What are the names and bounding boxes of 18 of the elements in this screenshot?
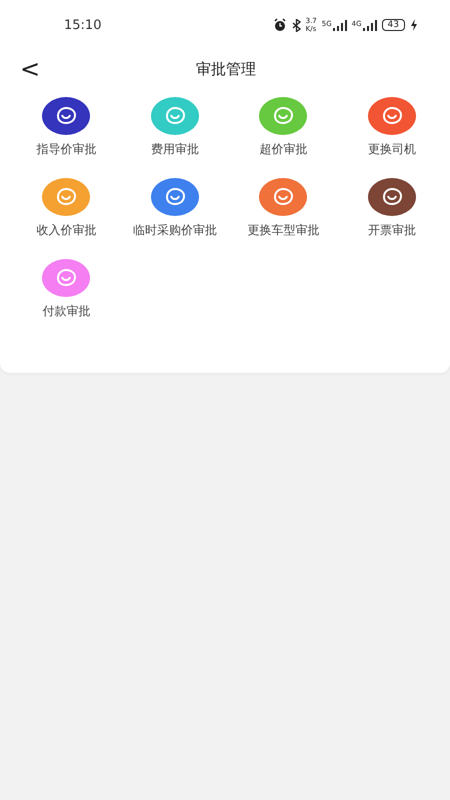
battery-level: 43 bbox=[382, 19, 405, 31]
approval-item[interactable]: 收入价审批 bbox=[12, 178, 120, 239]
back-button[interactable]: < bbox=[16, 55, 44, 83]
clock-time: 15:10 bbox=[64, 18, 102, 32]
charging-icon bbox=[410, 19, 418, 31]
approval-item[interactable]: 开票审批 bbox=[338, 178, 446, 239]
signal-icon bbox=[362, 20, 377, 30]
signal-icon bbox=[332, 20, 347, 30]
approval-item[interactable]: 更换车型审批 bbox=[229, 178, 338, 239]
approval-item[interactable]: 指导价审批 bbox=[12, 97, 120, 158]
approval-item[interactable]: 临时采购价审批 bbox=[120, 178, 229, 239]
approval-item[interactable]: 费用审批 bbox=[120, 97, 229, 158]
bluetooth-icon bbox=[292, 18, 301, 32]
approval-item[interactable]: 超价审批 bbox=[229, 97, 338, 158]
approval-item[interactable]: 付款审批 bbox=[12, 259, 120, 320]
page-title: 审批管理 bbox=[196, 60, 256, 78]
alarm-icon bbox=[272, 18, 287, 32]
approval-item[interactable]: 更换司机 bbox=[338, 97, 446, 158]
